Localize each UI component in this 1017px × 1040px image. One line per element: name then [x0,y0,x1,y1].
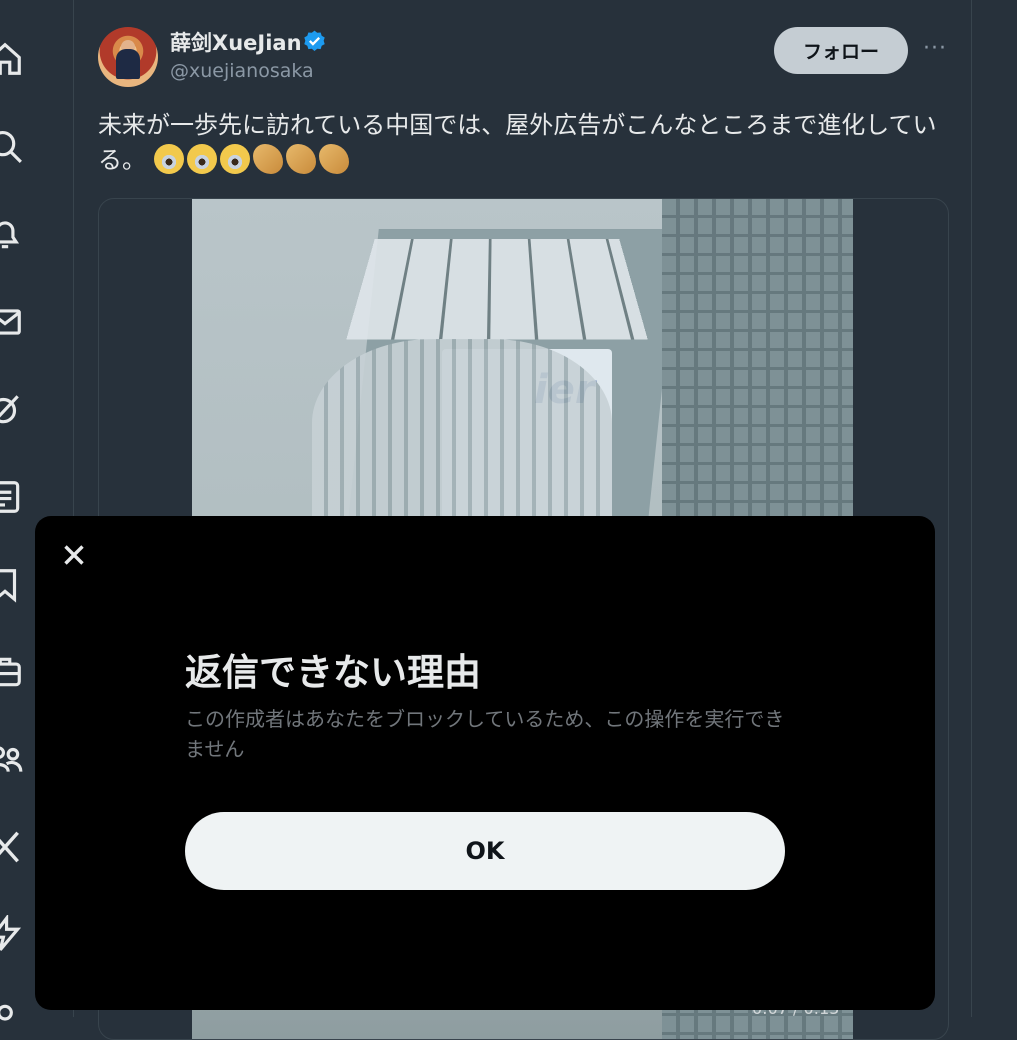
list-icon[interactable] [0,478,24,516]
face-screaming-emoji-icon [219,144,250,174]
dialog-title: 返信できない理由 [185,651,481,694]
home-icon[interactable] [0,40,24,78]
verified-badge-icon [302,29,327,54]
bookmark-icon[interactable] [0,566,24,604]
bell-icon[interactable] [0,215,24,253]
avatar[interactable] [98,27,158,87]
briefcase-icon[interactable] [0,653,24,691]
search-icon[interactable] [0,127,24,165]
mail-icon[interactable] [0,303,24,341]
avatar-figure [116,49,140,79]
x-logo-icon[interactable] [0,828,24,866]
more-options-icon[interactable]: ··· [920,36,950,64]
tweet-text: 未来が一歩先に訪れている中国では、屋外広告がこんなところまで進化している。 [98,108,958,178]
clapping-hands-emoji-icon [252,144,283,174]
face-screaming-emoji-icon [186,144,217,174]
face-screaming-emoji-icon [153,144,184,174]
clapping-hands-emoji-icon [285,144,316,174]
communities-icon[interactable] [0,740,24,778]
lightning-icon[interactable] [0,915,24,953]
ok-button[interactable]: OK [185,812,785,890]
grok-icon[interactable] [0,390,24,428]
display-name[interactable]: 薛剑XueJian [170,27,302,57]
column-divider [971,0,972,1017]
follow-button[interactable]: フォロー [774,27,908,74]
cannot-reply-dialog: 返信できない理由 この作成者はあなたをブロックしているため、この操作を実行できま… [35,516,935,1010]
building-screen [346,238,648,340]
user-handle[interactable]: @xuejianosaka [170,60,314,82]
close-icon[interactable] [57,538,91,572]
clapping-hands-emoji-icon [318,144,349,174]
dialog-message: この作成者はあなたをブロックしているため、この操作を実行できません [185,707,785,761]
profile-icon[interactable] [0,1000,24,1038]
